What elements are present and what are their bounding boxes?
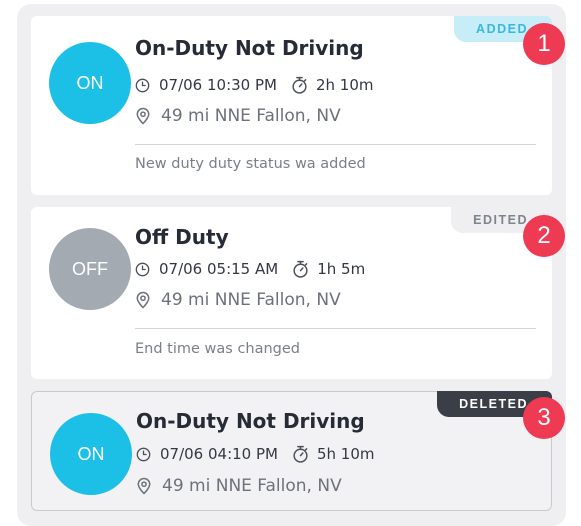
status-avatar-on: ON	[50, 413, 132, 495]
stopwatch-icon	[292, 76, 307, 94]
clock-icon	[136, 447, 151, 461]
duration: 2h 10m	[315, 76, 374, 94]
location-text: 49 mi NNE Fallon, NV	[161, 290, 341, 310]
duty-status-card-edited[interactable]: OFF Off Duty 07/06 05:15 AM 1h 5m 49 mi …	[31, 207, 552, 379]
location-text: 49 mi NNE Fallon, NV	[161, 106, 341, 126]
clock-icon	[135, 262, 150, 276]
change-note: End time was changed	[135, 341, 301, 357]
location-pin-icon	[136, 107, 150, 125]
location-text: 49 mi NNE Fallon, NV	[162, 476, 342, 496]
clock-icon	[135, 78, 150, 92]
duty-status-card-added[interactable]: ON On-Duty Not Driving 07/06 10:30 PM 2h…	[31, 16, 552, 195]
location-row: 49 mi NNE Fallon, NV	[135, 290, 341, 310]
divider	[135, 144, 536, 145]
start-time: 07/06 04:10 PM	[160, 445, 278, 463]
start-time: 07/06 10:30 PM	[159, 76, 277, 94]
time-duration-row: 07/06 10:30 PM 2h 10m	[135, 76, 374, 94]
status-avatar-on: ON	[49, 42, 131, 124]
callout-badge-2: 2	[523, 215, 565, 257]
change-note: New duty duty status wa added	[135, 156, 366, 172]
duration: 1h 5m	[317, 260, 366, 278]
stopwatch-icon	[293, 445, 308, 463]
time-duration-row: 07/06 05:15 AM 1h 5m	[135, 260, 365, 278]
divider	[135, 328, 536, 329]
duration: 5h 10m	[316, 445, 375, 463]
status-title: On-Duty Not Driving	[135, 36, 364, 60]
avatar-label: ON	[77, 443, 105, 464]
status-title: Off Duty	[135, 225, 229, 249]
avatar-label: OFF	[72, 258, 108, 279]
location-pin-icon	[137, 477, 151, 495]
status-title: On-Duty Not Driving	[136, 409, 365, 433]
time-duration-row: 07/06 04:10 PM 5h 10m	[136, 445, 375, 463]
duty-status-card-deleted[interactable]: ON On-Duty Not Driving 07/06 04:10 PM 5h…	[31, 391, 552, 511]
status-avatar-off: OFF	[49, 228, 131, 310]
location-row: 49 mi NNE Fallon, NV	[135, 106, 341, 126]
callout-badge-3: 3	[523, 397, 565, 439]
stopwatch-icon	[293, 260, 308, 278]
location-pin-icon	[136, 291, 150, 309]
start-time: 07/06 05:15 AM	[159, 260, 279, 278]
callout-badge-1: 1	[523, 23, 565, 65]
location-row: 49 mi NNE Fallon, NV	[136, 476, 342, 496]
avatar-label: ON	[76, 72, 104, 93]
